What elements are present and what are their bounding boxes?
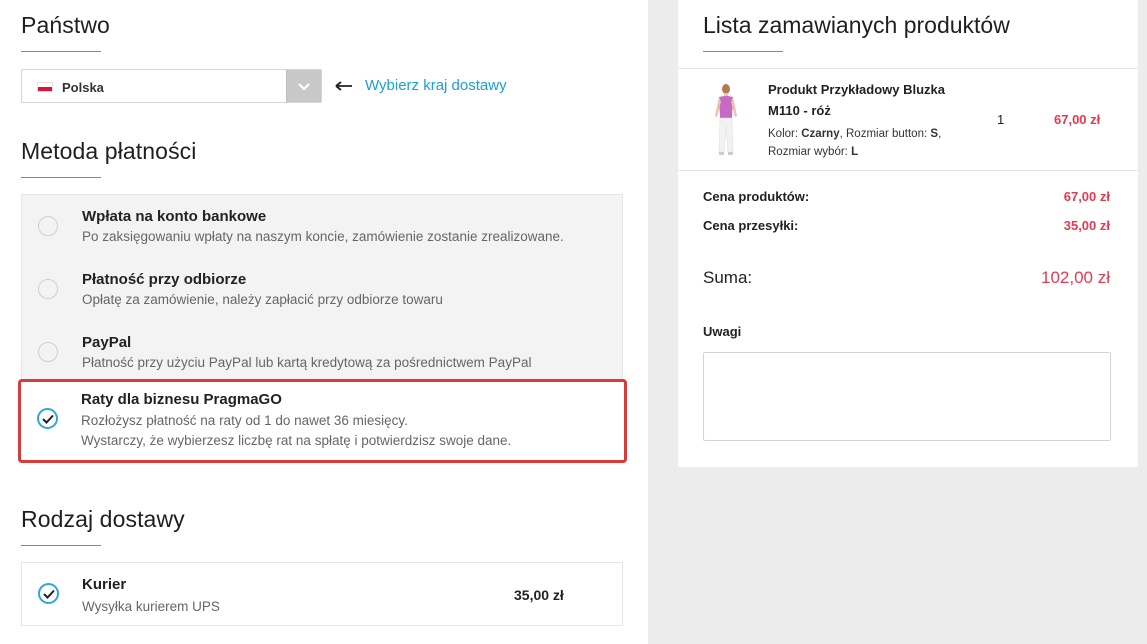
divider bbox=[678, 170, 1138, 171]
total-value: 102,00 zł bbox=[1041, 268, 1110, 287]
payment-option-title: PayPal bbox=[82, 334, 132, 351]
choose-country-link[interactable]: Wybierz kraj dostawy bbox=[365, 77, 507, 94]
payment-option-title: Wpłata na konto bankowe bbox=[82, 208, 267, 225]
country-select[interactable]: Polska bbox=[21, 69, 322, 103]
shipping-option-courier[interactable]: Kurier Wysyłka kurierem UPS 35,00 zł bbox=[21, 562, 623, 626]
payment-option-description: Płatność przy użyciu PayPal lub kartą kr… bbox=[82, 355, 532, 370]
shipping-price-label: Cena przesyłki: bbox=[703, 218, 799, 233]
shipping-section-title: Rodzaj dostawy bbox=[21, 506, 185, 532]
radio-button[interactable] bbox=[38, 342, 58, 362]
selected-checkmark-icon[interactable] bbox=[37, 408, 58, 429]
total-label: Suma: bbox=[703, 268, 753, 287]
shipping-option-description: Wysyłka kurierem UPS bbox=[82, 599, 220, 614]
title-underline bbox=[703, 51, 783, 52]
payment-option-cash-on-delivery[interactable]: Płatność przy odbiorze Opłatę za zamówie… bbox=[22, 258, 624, 321]
radio-button[interactable] bbox=[38, 216, 58, 236]
country-section-title: Państwo bbox=[21, 12, 110, 38]
payment-option-title: Raty dla biznesu PragmaGO bbox=[81, 391, 282, 408]
products-price-label: Cena produktów: bbox=[703, 189, 810, 204]
product-attributes: Kolor: Czarny, Rozmiar button: S, Rozmia… bbox=[768, 128, 942, 158]
selected-checkmark-icon[interactable] bbox=[38, 583, 59, 604]
payment-option-description: Po zaksięgowaniu wpłaty na naszym koncie… bbox=[82, 229, 564, 244]
shipping-option-title: Kurier bbox=[82, 576, 127, 593]
title-underline bbox=[21, 51, 101, 52]
payment-option-pragmago[interactable]: Raty dla biznesu PragmaGO Rozłożysz płat… bbox=[18, 379, 627, 463]
product-name[interactable]: Produkt Przykładowy Bluzka M110 - róż bbox=[768, 79, 968, 121]
payment-option-description-2: Wystarczy, że wybierzesz liczbę rat na s… bbox=[81, 433, 512, 448]
country-select-value: Polska bbox=[62, 80, 104, 95]
country-row: Polska Wybierz kraj dostawy bbox=[21, 69, 623, 103]
poland-flag-icon bbox=[37, 82, 53, 92]
notes-label: Uwagi bbox=[703, 324, 742, 339]
notes-textarea[interactable] bbox=[703, 352, 1111, 441]
payment-option-title: Płatność przy odbiorze bbox=[82, 271, 247, 288]
country-dropdown-button[interactable] bbox=[286, 70, 321, 102]
title-underline bbox=[21, 177, 101, 178]
arrow-left-icon bbox=[335, 81, 352, 91]
payment-section-title: Metoda płatności bbox=[21, 138, 197, 164]
payment-option-paypal[interactable]: PayPal Płatność przy użyciu PayPal lub k… bbox=[22, 321, 624, 384]
payment-option-bank-transfer[interactable]: Wpłata na konto bankowe Po zaksięgowaniu… bbox=[22, 195, 624, 258]
title-underline bbox=[21, 545, 101, 546]
divider bbox=[678, 68, 1138, 69]
shipping-price-value: 35,00 zł bbox=[1063, 218, 1110, 233]
radio-button[interactable] bbox=[38, 279, 58, 299]
payment-option-description: Rozłożysz płatność na raty od 1 do nawet… bbox=[81, 413, 408, 428]
chevron-down-icon bbox=[298, 83, 310, 91]
product-price: 67,00 zł bbox=[1054, 112, 1101, 127]
order-list-title: Lista zamawianych produktów bbox=[703, 12, 1010, 38]
product-thumbnail[interactable] bbox=[712, 82, 740, 158]
product-quantity: 1 bbox=[997, 112, 1005, 127]
shipping-option-price: 35,00 zł bbox=[514, 587, 564, 603]
products-price-value: 67,00 zł bbox=[1063, 189, 1110, 204]
payment-option-description: Opłatę za zamówienie, należy zapłacić pr… bbox=[82, 292, 443, 307]
order-summary-panel: Lista zamawianych produktów Produkt Przy… bbox=[678, 0, 1138, 467]
